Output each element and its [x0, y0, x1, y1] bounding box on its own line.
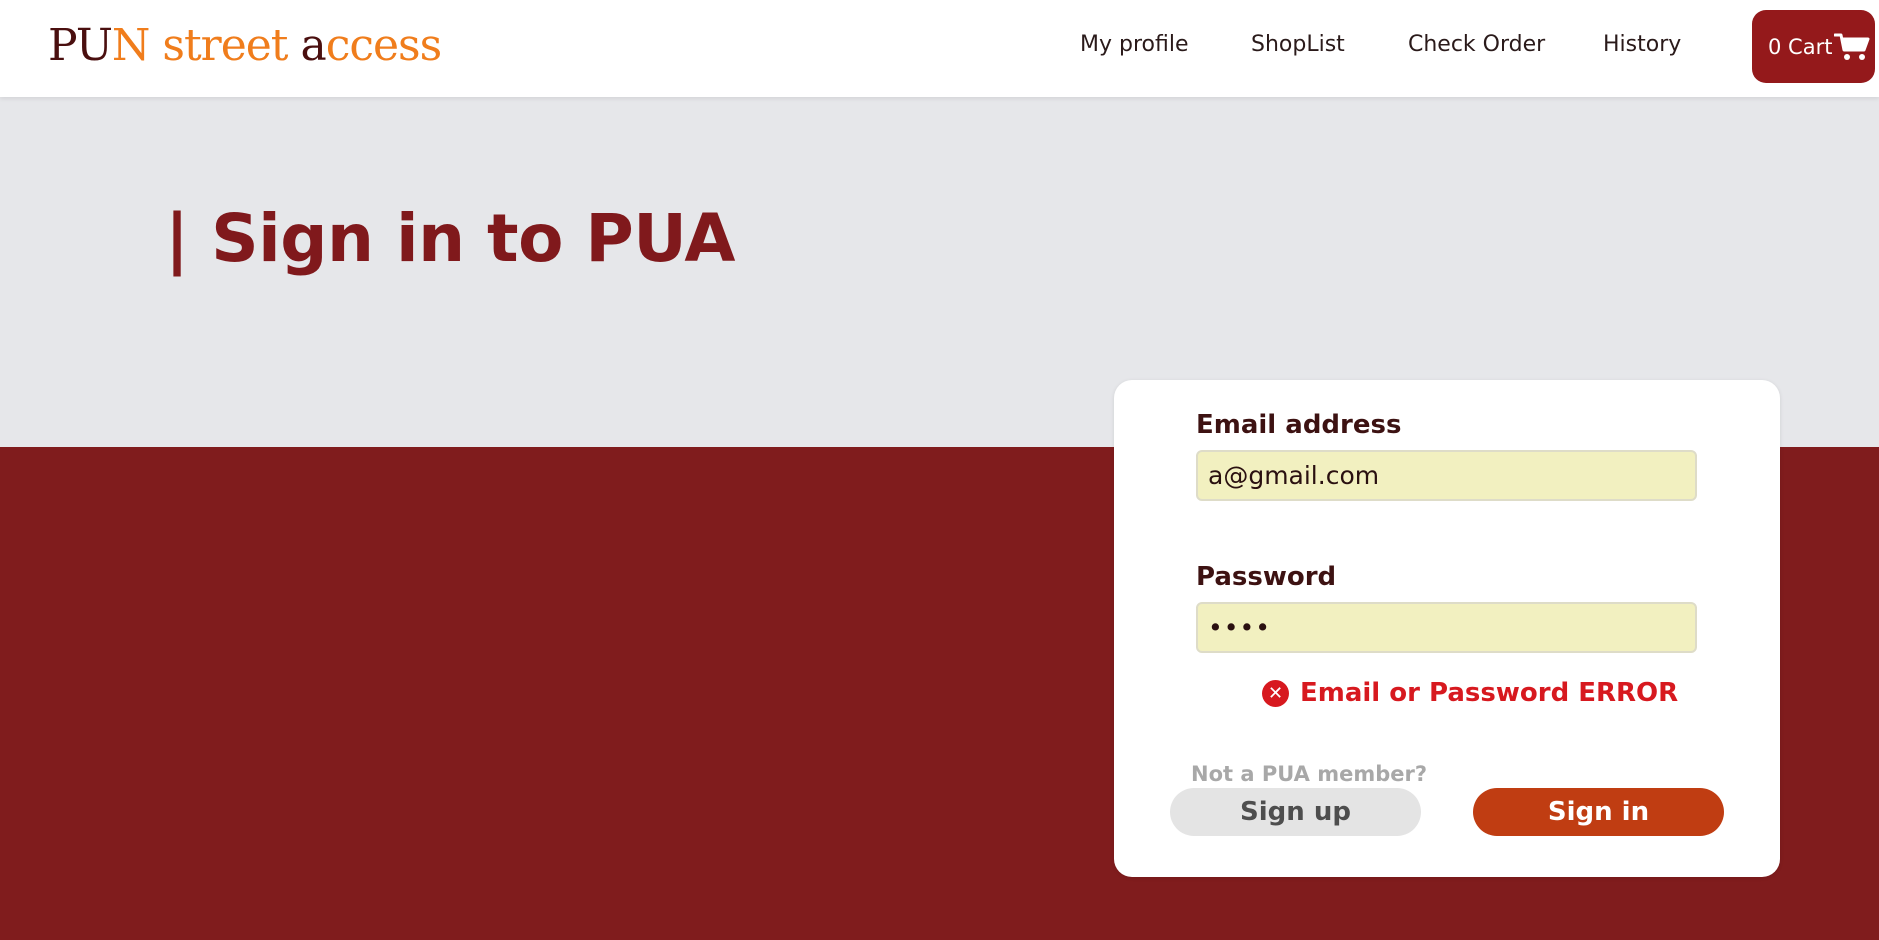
cart-button[interactable]: 0 Cart: [1752, 10, 1875, 83]
nav-history[interactable]: History: [1603, 32, 1681, 62]
cart-icon: [1834, 33, 1870, 60]
password-label: Password: [1196, 562, 1337, 592]
sign-in-button[interactable]: Sign in: [1473, 788, 1724, 836]
page-title: | Sign in to PUA: [165, 200, 735, 277]
top-navbar: PUN street access My profile ShopList Ch…: [0, 0, 1879, 97]
email-field[interactable]: [1196, 450, 1697, 501]
logo-part: PU: [48, 20, 113, 71]
logo-part: ccess: [325, 20, 442, 71]
logo-part: a: [300, 20, 326, 71]
nav-shoplist[interactable]: ShopList: [1251, 32, 1345, 62]
sign-up-button[interactable]: Sign up: [1170, 788, 1421, 836]
error-message: ✕ Email or Password ERROR: [1262, 678, 1678, 708]
nav-my-profile[interactable]: My profile: [1080, 32, 1189, 62]
nav-check-order[interactable]: Check Order: [1408, 32, 1545, 62]
error-text: Email or Password ERROR: [1300, 678, 1679, 708]
email-label: Email address: [1196, 410, 1402, 440]
error-x-icon: ✕: [1262, 679, 1289, 707]
not-member-note: Not a PUA member?: [1191, 762, 1428, 786]
password-field[interactable]: [1196, 602, 1697, 653]
cart-label: 0 Cart: [1768, 34, 1833, 59]
sign-in-card: Email address Password ✕ Email or Passwo…: [1114, 380, 1780, 877]
logo-part: N street: [111, 20, 301, 71]
brand-logo[interactable]: PUN street access: [48, 18, 442, 74]
